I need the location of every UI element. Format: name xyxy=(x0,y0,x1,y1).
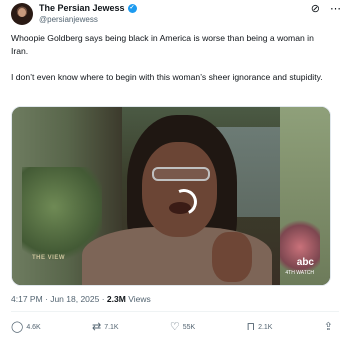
retweet-icon: ⇄ xyxy=(91,320,102,333)
network-logo: abc xyxy=(296,257,314,268)
person-hand xyxy=(212,232,252,282)
tweet-header: The Persian Jewess ✓ @persianjewess ⊘ ⋯ xyxy=(11,3,341,25)
share-icon: ⇪ xyxy=(323,320,333,333)
tweet-text: Whoopie Goldberg says being black in Ame… xyxy=(11,32,331,97)
tweet-meta: 4:17 PM · Jun 18, 2025 · 2.3M Views xyxy=(11,294,151,304)
heart-icon: ♡ xyxy=(169,320,180,333)
author-name[interactable]: The Persian Jewess xyxy=(39,3,125,13)
author-name-row[interactable]: The Persian Jewess ✓ xyxy=(39,3,137,13)
tweet-paragraph-2: I don’t even know where to begin with th… xyxy=(11,72,323,82)
tweet-timestamp[interactable]: 4:17 PM · Jun 18, 2025 · xyxy=(11,294,107,304)
share-button[interactable]: ⇪ xyxy=(323,320,333,333)
reply-button[interactable]: ◯ 4.6K xyxy=(11,320,41,333)
avatar[interactable] xyxy=(11,3,33,25)
more-icon[interactable]: ⋯ xyxy=(330,4,341,15)
header-icons: ⊘ ⋯ xyxy=(311,4,341,15)
retweet-count: 7.1K xyxy=(104,323,119,331)
verified-badge-icon: ✓ xyxy=(127,3,137,13)
author-handle[interactable]: @persianjewess xyxy=(39,15,98,24)
bookmark-button[interactable]: ⊓ 2.1K xyxy=(246,320,273,333)
reply-count: 4.6K xyxy=(26,323,41,331)
show-watermark: THE VIEW xyxy=(32,255,66,261)
reply-icon: ◯ xyxy=(11,320,24,333)
tweet-paragraph-1: Whoopie Goldberg says being black in Ame… xyxy=(11,33,314,56)
divider xyxy=(11,311,339,312)
retweet-button[interactable]: ⇄ 7.1K xyxy=(91,320,119,333)
network-logo-sub: 4TH WATCH xyxy=(285,270,314,276)
bookmark-icon: ⊓ xyxy=(246,320,256,333)
action-bar: ◯ 4.6K ⇄ 7.1K ♡ 55K ⊓ 2.1K ⇪ xyxy=(11,320,333,334)
grok-icon[interactable]: ⊘ xyxy=(311,4,320,15)
like-button[interactable]: ♡ 55K xyxy=(169,320,196,333)
like-count: 55K xyxy=(182,323,196,331)
views-count: 2.3M xyxy=(106,294,126,304)
bookmark-count: 2.1K xyxy=(258,323,273,331)
person-glasses xyxy=(152,167,210,181)
views-label: Views xyxy=(125,294,151,304)
video-media[interactable]: THE VIEW abc 4TH WATCH xyxy=(11,106,331,286)
flower-decor xyxy=(280,217,320,277)
